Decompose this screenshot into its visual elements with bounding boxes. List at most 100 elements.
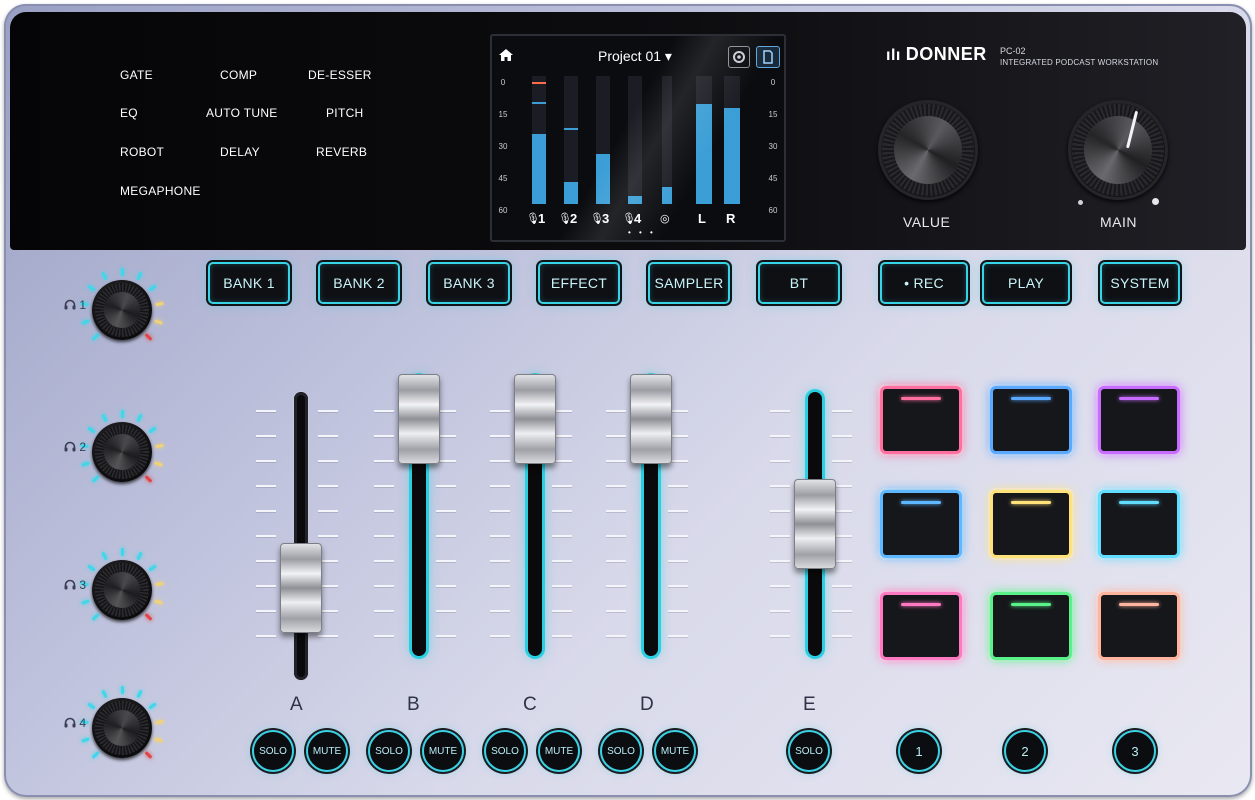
mute-b-button[interactable]: MUTE: [422, 730, 464, 772]
fader-cap-e[interactable]: [794, 478, 836, 569]
knob-tick: [155, 301, 164, 307]
fader-scale-mark: [606, 510, 626, 512]
headphone-knob-4[interactable]: 4: [34, 680, 164, 780]
channel-c-label: C: [523, 694, 537, 715]
fader-scale-mark: [256, 460, 276, 462]
knob-tick: [81, 737, 91, 743]
fader-scale-mark: [490, 610, 510, 612]
sampler-pad-7[interactable]: [880, 592, 962, 660]
fader-scale-mark: [256, 435, 276, 437]
sd-card-icon[interactable]: [756, 46, 780, 68]
fx-eq: EQ: [120, 106, 138, 120]
sampler-pad-6[interactable]: [1098, 490, 1180, 558]
pad-led: [1011, 397, 1051, 400]
channel-d-label: D: [640, 694, 654, 715]
fader-scale-mark: [552, 535, 572, 537]
fader-scale-mark: [770, 510, 790, 512]
sampler-pad-4[interactable]: [880, 490, 962, 558]
effect-button[interactable]: EFFECT: [538, 262, 620, 304]
product-tagline: INTEGRATED PODCAST WORKSTATION: [1000, 58, 1159, 67]
sampler-button[interactable]: SAMPLER: [648, 262, 730, 304]
scale-left-tick: 30: [498, 142, 508, 151]
play-button[interactable]: PLAY: [982, 262, 1070, 304]
fader-scale-mark: [770, 410, 790, 412]
knob-tick: [136, 689, 143, 699]
lcd-screen[interactable]: Project 01 ▾ 0 15 30 45 60 0 15 30 45 60 🎙 1 🎙 2 🎙 3 🎙 4 ◎…: [490, 34, 786, 242]
fader-scale-mark: [606, 560, 626, 562]
bank-2-button[interactable]: BANK 2: [318, 262, 400, 304]
pad-bank-3-button[interactable]: 3: [1114, 730, 1156, 772]
headphone-number: 2: [79, 440, 87, 454]
bt-button[interactable]: BT: [758, 262, 840, 304]
sampler-pad-9[interactable]: [1098, 592, 1180, 660]
sampler-pad-8[interactable]: [990, 592, 1072, 660]
knob-body: [92, 698, 152, 758]
fader-scale-mark: [552, 585, 572, 587]
rec-button[interactable]: • REC: [880, 262, 968, 304]
meter-bar: [564, 182, 578, 204]
fader-cap-a[interactable]: [280, 542, 322, 633]
pad-led: [901, 397, 941, 400]
gear-icon[interactable]: [728, 46, 750, 68]
sampler-pad-2[interactable]: [990, 386, 1072, 454]
bank-3-button[interactable]: BANK 3: [428, 262, 510, 304]
fader-scale-mark: [490, 585, 510, 587]
fx-pitch: PITCH: [326, 106, 364, 120]
fader-cap-d[interactable]: [630, 374, 672, 464]
top-panel: GATE COMP DE-ESSER EQ AUTO TUNE PITCH RO…: [10, 12, 1246, 250]
solo-e-button[interactable]: SOLO: [788, 730, 830, 772]
knob-tick: [91, 750, 100, 759]
pad-bank-1-button[interactable]: 1: [898, 730, 940, 772]
solo-d-button[interactable]: SOLO: [600, 730, 642, 772]
system-button[interactable]: SYSTEM: [1100, 262, 1180, 304]
knob-tick: [91, 474, 100, 483]
solo-b-button[interactable]: SOLO: [368, 730, 410, 772]
fader-scale-mark: [832, 460, 852, 462]
waveform-icon: ılı: [886, 47, 906, 64]
headphone-number: 1: [79, 298, 87, 312]
knob-tick: [148, 426, 157, 434]
solo-a-button[interactable]: SOLO: [252, 730, 294, 772]
fx-delay: DELAY: [220, 145, 260, 159]
fader-scale-mark: [318, 510, 338, 512]
meter-bar: [662, 187, 672, 204]
mute-d-button[interactable]: MUTE: [654, 730, 696, 772]
value-knob[interactable]: [878, 100, 978, 200]
headphone-knob-1[interactable]: 1: [34, 262, 164, 362]
solo-c-button[interactable]: SOLO: [484, 730, 526, 772]
knob-tick: [153, 461, 163, 467]
knob-body: [92, 280, 152, 340]
fader-scale-mark: [606, 410, 626, 412]
pad-led: [901, 501, 941, 504]
fader-scale-mark: [490, 535, 510, 537]
meter-track: [628, 76, 642, 204]
sampler-pad-5[interactable]: [990, 490, 1072, 558]
mute-a-button[interactable]: MUTE: [306, 730, 348, 772]
fader-cap-c[interactable]: [514, 374, 556, 464]
pad-bank-2-button[interactable]: 2: [1004, 730, 1046, 772]
meter-peak: [532, 102, 546, 104]
fader-scale-mark: [490, 485, 510, 487]
main-knob[interactable]: [1068, 100, 1168, 200]
fader-scale-mark: [490, 510, 510, 512]
bank-1-button[interactable]: BANK 1: [208, 262, 290, 304]
knob-tick: [101, 551, 108, 561]
fader-cap-b[interactable]: [398, 374, 440, 464]
headphone-knob-3[interactable]: 3: [34, 542, 164, 642]
fader-scale-mark: [490, 410, 510, 412]
fader-scale-mark: [436, 635, 456, 637]
fader-scale-mark: [668, 635, 688, 637]
sampler-pad-3[interactable]: [1098, 386, 1180, 454]
scale-left-tick: 0: [500, 78, 506, 87]
home-icon[interactable]: [498, 48, 514, 67]
fader-scale-mark: [668, 535, 688, 537]
fader-scale-mark: [832, 610, 852, 612]
knob-body: [92, 422, 152, 482]
sampler-pad-1[interactable]: [880, 386, 962, 454]
fader-scale-mark: [256, 585, 276, 587]
mute-c-button[interactable]: MUTE: [538, 730, 580, 772]
project-selector[interactable]: Project 01 ▾: [598, 48, 672, 65]
fader-scale-mark: [256, 510, 276, 512]
fader-scale-mark: [770, 535, 790, 537]
headphone-knob-2[interactable]: 2: [34, 404, 164, 504]
